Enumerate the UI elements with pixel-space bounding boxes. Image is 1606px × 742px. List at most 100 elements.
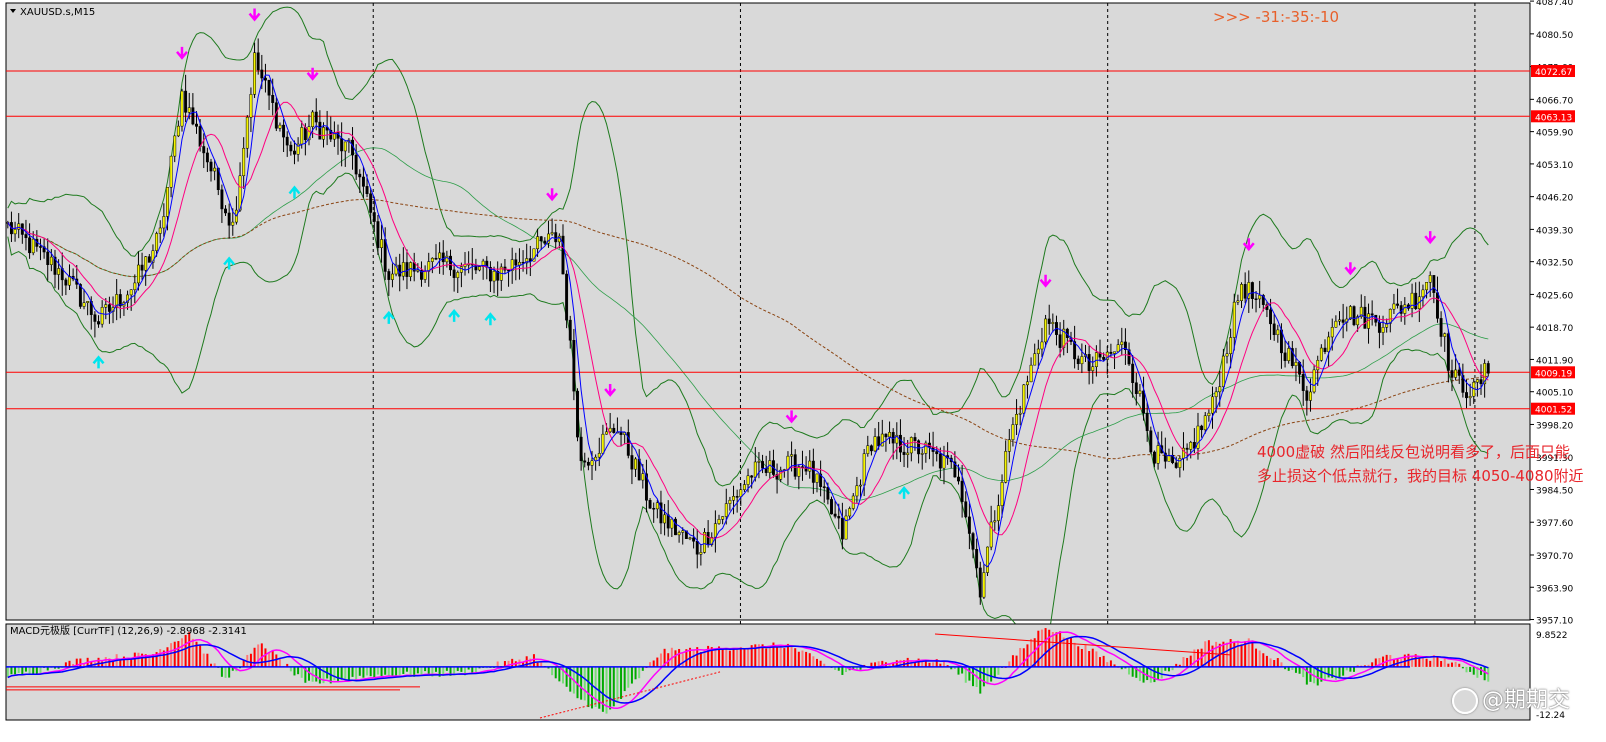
candle-body — [1080, 356, 1084, 365]
macd-histogram-bar — [1022, 648, 1025, 667]
chart-window[interactable]: { "chart_data": [ { "type": "candlestick… — [0, 0, 1606, 738]
candle-body — [713, 523, 717, 538]
candle-body — [17, 223, 21, 230]
macd-histogram-bar — [35, 666, 38, 674]
candle-body — [576, 390, 579, 438]
macd-histogram-bar — [725, 649, 728, 667]
macd-histogram-bar — [797, 651, 800, 667]
macd-histogram-bar — [1073, 642, 1076, 667]
macd-histogram-bar — [511, 658, 514, 667]
candle-body — [198, 126, 202, 147]
candle-body — [1113, 351, 1116, 354]
candle-body — [859, 484, 862, 487]
main-price-panel[interactable] — [5, 2, 1531, 720]
candle-body — [300, 127, 304, 145]
macd-histogram-bar — [1077, 646, 1080, 667]
candle-body — [1036, 348, 1040, 354]
candle-body — [786, 455, 790, 470]
candle-body — [1443, 333, 1447, 337]
candle-body — [605, 431, 608, 435]
candle-body — [416, 269, 420, 272]
candle-body — [401, 262, 405, 277]
macd-histogram-bar — [1342, 666, 1345, 676]
candle-body — [405, 262, 409, 277]
macd-histogram-bar — [191, 638, 194, 667]
macd-histogram-bar — [569, 666, 572, 692]
macd-histogram-bar — [765, 648, 768, 667]
candle-body — [757, 461, 761, 463]
candle-body — [129, 289, 133, 296]
candle-body — [1214, 391, 1218, 398]
candle-body — [554, 232, 558, 243]
candle-body — [1225, 353, 1229, 357]
analysis-note: 4000虚破 然后阳线反包说明看多了，后面只能 多止损这个低点就行，我的目标 4… — [1257, 440, 1587, 488]
top-right-label: >>> -31:-35:-10 — [1213, 8, 1339, 26]
macd-histogram-bar — [202, 653, 205, 667]
macd-histogram-bar — [355, 666, 358, 681]
macd-histogram-bar — [532, 654, 535, 667]
macd-histogram-bar — [972, 666, 975, 687]
candle-body — [256, 52, 260, 71]
candle-body — [1120, 341, 1124, 345]
macd-histogram-bar — [1258, 650, 1261, 667]
candle-body — [1004, 451, 1008, 483]
macd-histogram-bar — [333, 666, 336, 681]
candle-body — [278, 124, 282, 129]
candle-body — [1232, 301, 1236, 338]
candle-body — [873, 436, 877, 452]
candle-body — [1094, 352, 1098, 367]
macd-histogram-bar — [841, 666, 844, 675]
macd-histogram-bar — [6, 666, 9, 678]
macd-histogram-bar — [812, 656, 815, 667]
candle-body — [866, 445, 870, 454]
macd-histogram-bar — [1008, 661, 1011, 667]
macd-histogram-bar — [130, 658, 133, 667]
candle-body — [1363, 306, 1367, 329]
candle-body — [728, 499, 732, 504]
macd-panel[interactable] — [5, 623, 1531, 721]
macd-histogram-bar — [376, 666, 379, 675]
macd-histogram-bar — [416, 666, 419, 674]
candle-body — [1243, 284, 1247, 299]
level-price-label: 4001.52 — [1535, 406, 1572, 416]
candle-body — [213, 167, 217, 172]
candle-body — [86, 301, 90, 303]
macd-histogram-bar — [1186, 657, 1189, 667]
macd-histogram-bar — [558, 666, 561, 682]
macd-histogram-bar — [634, 666, 637, 680]
macd-histogram-bar — [260, 643, 263, 667]
candle-body — [1316, 360, 1320, 371]
macd-histogram-bar — [786, 643, 789, 667]
macd-plot-background — [5, 623, 1531, 721]
macd-histogram-bar — [1099, 657, 1102, 667]
macd-histogram-bar — [137, 652, 140, 667]
macd-histogram-bar — [1450, 662, 1453, 667]
macd-histogram-bar — [627, 666, 630, 688]
macd-histogram-bar — [747, 648, 750, 667]
price-axis[interactable]: 4087.404080.504073.604066.704059.904053.… — [1530, 0, 1575, 721]
macd-histogram-bar — [180, 638, 183, 667]
candle-body — [1022, 384, 1026, 414]
candle-body — [1207, 412, 1211, 416]
macd-histogram-bar — [616, 666, 619, 703]
price-tick-label: 4011.90 — [1536, 356, 1573, 366]
candle-body — [957, 476, 960, 482]
candle-body — [227, 212, 231, 226]
macd-histogram-bar — [293, 666, 296, 676]
macd-histogram-bar — [275, 654, 278, 667]
candle-body — [790, 454, 794, 457]
candle-body — [536, 236, 540, 250]
price-plot-background — [5, 2, 1531, 621]
candle-body — [249, 94, 253, 118]
macd-histogram-bar — [1262, 653, 1265, 667]
price-tick-label: 4080.50 — [1536, 31, 1573, 41]
chart-canvas[interactable]: 4087.404080.504073.604066.704059.904053.… — [0, 0, 1606, 738]
macd-histogram-bar — [398, 666, 401, 677]
candle-body — [82, 302, 86, 307]
candle-body — [441, 252, 445, 263]
macd-histogram-bar — [1353, 666, 1356, 672]
macd-histogram-bar — [1044, 628, 1047, 667]
macd-histogram-bar — [739, 647, 742, 667]
candle-body — [242, 147, 246, 177]
macd-tick-label: 9.8522 — [1536, 631, 1568, 641]
